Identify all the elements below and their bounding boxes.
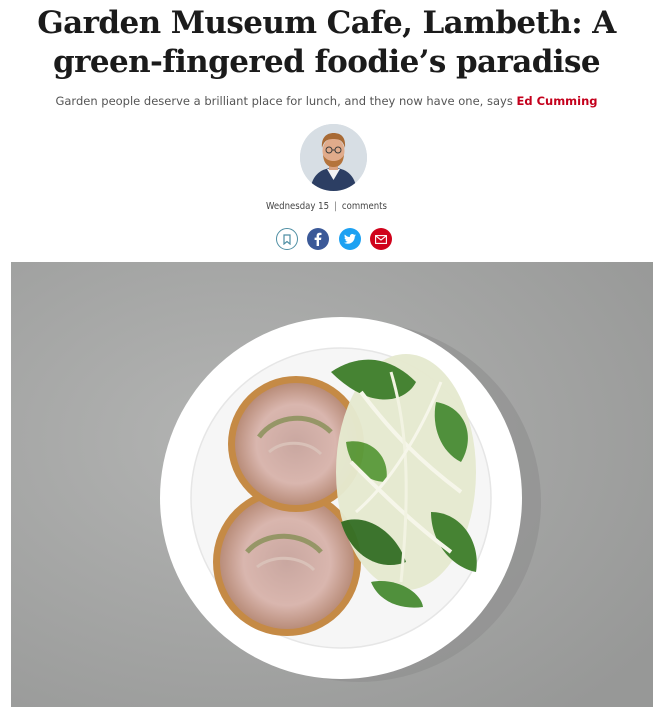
facebook-share-button[interactable] [307,228,330,250]
meta-separator: | [334,201,337,212]
twitter-icon [343,234,356,244]
bookmark-button[interactable] [276,228,298,250]
standfirst-text: Garden people deserve a brilliant place … [55,94,513,108]
comments-link[interactable]: comments [342,201,387,212]
share-bar [276,228,392,250]
twitter-share-button[interactable] [338,228,361,250]
food-photo [11,262,653,707]
email-icon [375,234,387,244]
article-headline: Garden Museum Cafe, Lambeth: A green-fin… [0,4,653,82]
hero-image [11,262,653,707]
article-standfirst: Garden people deserve a brilliant place … [0,93,653,109]
publish-date: Wednesday 15 [266,201,330,212]
bookmark-icon [283,233,291,245]
article-meta: Wednesday 15 | comments [0,200,653,214]
email-share-button[interactable] [369,228,392,250]
author-portrait [300,124,367,191]
headline-line-1: Garden Museum Cafe, Lambeth: A [37,5,616,41]
headline-line-2: green-fingered foodie’s paradise [53,44,601,80]
facebook-icon [314,232,322,246]
author-avatar[interactable] [300,124,367,191]
article-page: Garden Museum Cafe, Lambeth: A green-fin… [0,0,653,707]
author-link[interactable]: Ed Cumming [516,94,597,108]
